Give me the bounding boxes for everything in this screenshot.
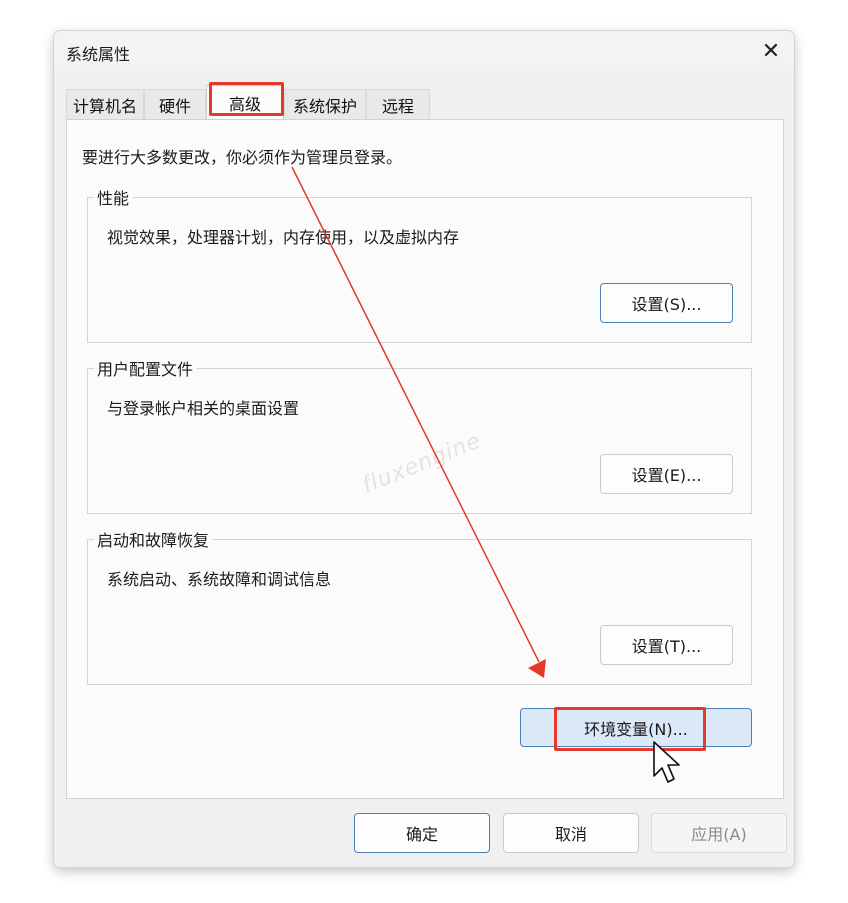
group-title: 用户配置文件 (94, 356, 197, 380)
startup-recovery-settings-button[interactable]: 设置(T)... (600, 625, 733, 665)
button-label: 确定 (405, 825, 438, 844)
group-description: 视觉效果，处理器计划，内存使用，以及虚拟内存 (107, 228, 460, 247)
cancel-button[interactable]: 取消 (503, 813, 639, 853)
user-profiles-settings-button[interactable]: 设置(E)... (600, 454, 733, 494)
startup-recovery-group: 启动和故障恢复 系统启动、系统故障和调试信息 设置(T)... (87, 527, 752, 685)
title-bar: 系统属性 ✕ (54, 31, 794, 71)
user-profiles-group: 用户配置文件 与登录帐户相关的桌面设置 设置(E)... (87, 356, 752, 514)
system-properties-dialog: 系统属性 ✕ 计算机名 硬件 高级 系统保护 远程 要进行大多数更改，你必须作为… (54, 31, 794, 867)
performance-settings-button[interactable]: 设置(S)... (600, 283, 733, 323)
performance-group: 性能 视觉效果，处理器计划，内存使用，以及虚拟内存 设置(S)... (87, 185, 752, 343)
tab-hardware[interactable]: 硬件 (144, 89, 206, 119)
env-button-highlight-box (554, 707, 706, 751)
admin-note: 要进行大多数更改，你必须作为管理员登录。 (82, 148, 403, 167)
group-description: 系统启动、系统故障和调试信息 (107, 570, 332, 589)
tab-label: 硬件 (158, 96, 191, 116)
tab-system-protection[interactable]: 系统保护 (284, 89, 366, 119)
tab-label: 远程 (381, 96, 414, 116)
close-icon: ✕ (761, 38, 781, 64)
tab-advanced[interactable]: 高级 (206, 85, 284, 120)
window-title: 系统属性 (66, 45, 131, 64)
tab-label: 系统保护 (292, 96, 357, 116)
tab-computer-name[interactable]: 计算机名 (66, 89, 144, 119)
group-title: 启动和故障恢复 (94, 527, 213, 551)
button-label: 设置(S)... (631, 295, 702, 314)
button-label: 应用(A) (691, 825, 747, 844)
close-button[interactable]: ✕ (748, 31, 794, 71)
group-title: 性能 (94, 185, 133, 209)
button-label: 设置(T)... (631, 637, 702, 656)
tab-label: 高级 (228, 95, 261, 114)
apply-button[interactable]: 应用(A) (651, 813, 787, 853)
tab-remote[interactable]: 远程 (366, 89, 430, 119)
button-label: 取消 (554, 825, 587, 844)
ok-button[interactable]: 确定 (354, 813, 490, 853)
tab-label: 计算机名 (72, 96, 137, 116)
group-description: 与登录帐户相关的桌面设置 (107, 399, 300, 418)
button-label: 设置(E)... (631, 466, 702, 485)
